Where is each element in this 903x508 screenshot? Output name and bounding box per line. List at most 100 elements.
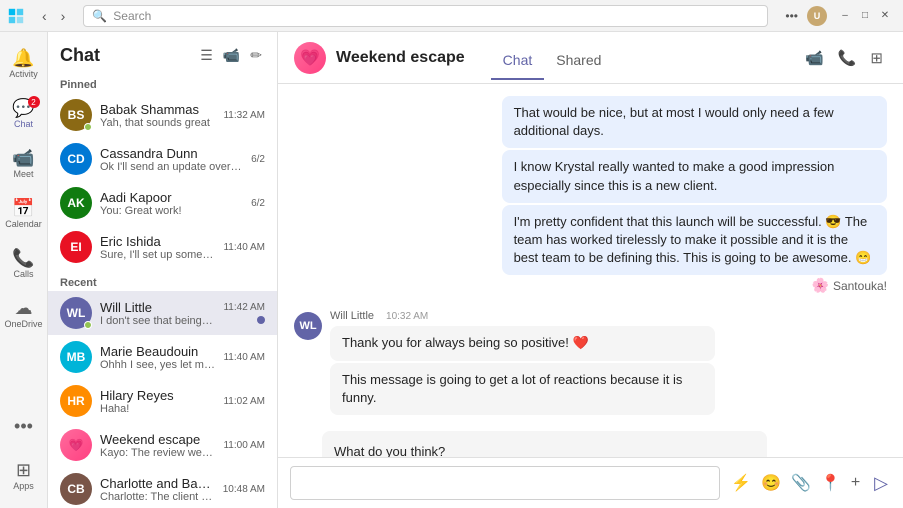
chat-label: Chat xyxy=(14,119,33,129)
tab-chat[interactable]: Chat xyxy=(491,48,545,80)
sidebar-item-chat[interactable]: 💬 2 Chat xyxy=(4,90,44,138)
chat-info: Charlotte and Babak Charlotte: The clien… xyxy=(100,476,215,503)
list-item[interactable]: EI Eric Ishida Sure, I'll set up somethi… xyxy=(48,225,277,269)
close-button[interactable]: ✕ xyxy=(875,6,895,26)
chat-preview: Kayo: The review went really well! Can't… xyxy=(100,447,215,459)
message-input[interactable] xyxy=(290,466,720,500)
recent-label: Recent xyxy=(48,269,277,291)
message-group: WL Will Little 10:32 AM Thank you for al… xyxy=(294,310,887,415)
chat-preview: Sure, I'll set up something for next wee… xyxy=(100,249,215,261)
activity-icon: 🔔 xyxy=(12,49,34,67)
sidebar-item-calls[interactable]: 📞 Calls xyxy=(4,240,44,288)
maximize-button[interactable]: □ xyxy=(855,6,875,26)
sidebar-item-calendar[interactable]: 📅 Calendar xyxy=(4,190,44,238)
chat-meta: 11:42 AM xyxy=(223,302,265,324)
nav-back-button[interactable]: ‹ xyxy=(36,6,53,26)
sidebar-item-apps[interactable]: ⊞ Apps xyxy=(4,452,44,500)
chat-header-name: Weekend escape xyxy=(336,49,465,67)
sidebar-item-onedrive[interactable]: ☁ OneDrive xyxy=(4,290,44,338)
chat-name: Will Little xyxy=(100,300,215,315)
list-item[interactable]: AK Aadi Kapoor You: Great work! 6/2 xyxy=(48,181,277,225)
chat-name: Weekend escape xyxy=(100,432,215,447)
send-button[interactable]: ▷ xyxy=(871,470,891,497)
chat-preview: Yah, that sounds great xyxy=(100,117,215,129)
location-button[interactable]: 📍 xyxy=(818,470,844,496)
chat-info: Marie Beaudouin Ohhh I see, yes let me f… xyxy=(100,344,215,371)
list-item[interactable]: CB Charlotte and Babak Charlotte: The cl… xyxy=(48,467,277,508)
window-controls: – □ ✕ xyxy=(835,6,895,26)
emoji-button[interactable]: 😊 xyxy=(758,470,784,496)
input-actions: ⚡ 😊 📎 📍 + xyxy=(728,470,863,496)
search-placeholder: Search xyxy=(113,9,151,23)
chat-name: Aadi Kapoor xyxy=(100,190,243,205)
video-call-button[interactable]: 📹 xyxy=(801,45,828,71)
message-group: That would be nice, but at most I would … xyxy=(294,96,887,294)
unread-indicator xyxy=(257,316,265,324)
list-item[interactable]: WL Will Little I don't see that being an… xyxy=(48,291,277,335)
chat-preview: You: Great work! xyxy=(100,205,243,217)
chat-header: 💗 Weekend escape Chat Shared 📹 📞 ⊞ xyxy=(278,32,903,84)
chat-info: Will Little I don't see that being an is… xyxy=(100,300,215,327)
chat-time: 6/2 xyxy=(251,198,265,209)
chat-name: Cassandra Dunn xyxy=(100,146,243,161)
minimize-button[interactable]: – xyxy=(835,6,855,26)
chat-time: 11:40 AM xyxy=(223,352,265,363)
avatar: 💗 xyxy=(60,429,92,461)
avatar: WL xyxy=(60,297,92,329)
more-options-button[interactable]: ••• xyxy=(780,7,803,25)
sidebar-item-meet[interactable]: 📹 Meet xyxy=(4,140,44,188)
message-bubble: I know Krystal really wanted to make a g… xyxy=(502,150,887,202)
chat-time: 11:42 AM xyxy=(223,302,265,313)
chat-info: Eric Ishida Sure, I'll set up something … xyxy=(100,234,215,261)
chat-meta: 11:00 AM xyxy=(223,440,265,451)
avatar: CB xyxy=(60,473,92,505)
chat-preview: Ohhh I see, yes let me fix that! xyxy=(100,359,215,371)
more-actions-button[interactable]: ⊞ xyxy=(866,45,887,71)
icon-sidebar: 🔔 Activity 💬 2 Chat 📹 Meet 📅 Calendar 📞 … xyxy=(0,32,48,508)
chat-info: Aadi Kapoor You: Great work! xyxy=(100,190,243,217)
chat-meta: 6/2 xyxy=(251,154,265,165)
calls-icon: 📞 xyxy=(12,249,34,267)
message-bubble: Thank you for always being so positive! … xyxy=(330,326,715,360)
list-item[interactable]: CD Cassandra Dunn Ok I'll send an update… xyxy=(48,137,277,181)
chat-name: Marie Beaudouin xyxy=(100,344,215,359)
filter-button[interactable]: ☰ xyxy=(197,44,216,67)
new-chat-video-button[interactable]: 📹 xyxy=(220,44,243,67)
chat-preview: Haha! xyxy=(100,403,215,415)
chat-time: 11:32 AM xyxy=(223,110,265,121)
list-item[interactable]: MB Marie Beaudouin Ohhh I see, yes let m… xyxy=(48,335,277,379)
message-content: What do you think? Thought these images … xyxy=(322,431,767,457)
app-body: 🔔 Activity 💬 2 Chat 📹 Meet 📅 Calendar 📞 … xyxy=(0,32,903,508)
chat-time: 10:48 AM xyxy=(223,484,265,495)
list-item[interactable]: 💗 Weekend escape Kayo: The review went r… xyxy=(48,423,277,467)
onedrive-icon: ☁ xyxy=(15,299,33,317)
quick-actions-button[interactable]: ⚡ xyxy=(728,470,754,496)
sidebar-item-more[interactable]: ••• xyxy=(4,402,44,450)
chat-header-left: 💗 Weekend escape Chat Shared xyxy=(294,42,801,74)
search-bar[interactable]: 🔍 Search xyxy=(83,5,768,27)
list-item[interactable]: BS Babak Shammas Yah, that sounds great … xyxy=(48,93,277,137)
chat-meta: 6/2 xyxy=(251,198,265,209)
group-icon: 💗 xyxy=(294,42,326,74)
more-input-button[interactable]: + xyxy=(848,471,863,495)
meet-label: Meet xyxy=(13,169,33,179)
attach-button[interactable]: 📎 xyxy=(788,470,814,496)
chat-meta: 11:32 AM xyxy=(223,110,265,121)
more-icon: ••• xyxy=(14,417,33,435)
chat-time: 11:40 AM xyxy=(223,242,265,253)
chat-meta: 11:40 AM xyxy=(223,352,265,363)
list-item[interactable]: HR Hilary Reyes Haha! 11:02 AM xyxy=(48,379,277,423)
sidebar-item-activity[interactable]: 🔔 Activity xyxy=(4,40,44,88)
onedrive-label: OneDrive xyxy=(4,319,42,329)
nav-forward-button[interactable]: › xyxy=(55,6,72,26)
audio-call-button[interactable]: 📞 xyxy=(834,45,861,71)
compose-button[interactable]: ✏ xyxy=(247,44,265,67)
apps-icon: ⊞ xyxy=(16,461,31,479)
title-bar-right: ••• U – □ ✕ xyxy=(780,6,895,26)
sender-name: Santouka! xyxy=(833,279,887,293)
chat-name: Charlotte and Babak xyxy=(100,476,215,491)
tab-shared[interactable]: Shared xyxy=(544,48,613,80)
chat-time: 11:00 AM xyxy=(223,440,265,451)
chat-preview: Ok I'll send an update over later xyxy=(100,161,243,173)
sender-label: 🌸 Santouka! xyxy=(502,277,887,294)
